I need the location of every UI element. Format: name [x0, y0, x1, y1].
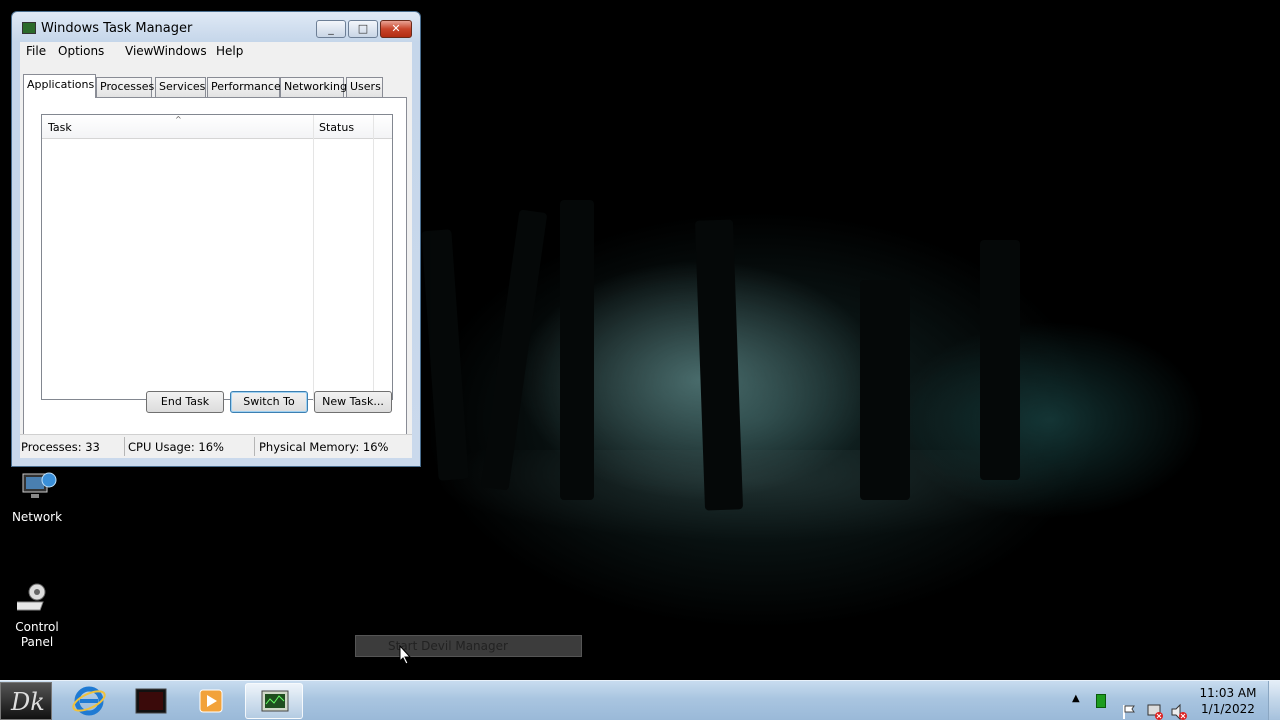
battery-icon[interactable]: [1096, 694, 1106, 708]
taskbar-media-player[interactable]: [182, 683, 240, 719]
clock-time: 11:03 AM: [1199, 686, 1257, 700]
client-area: Applications Processes Services Performa…: [20, 62, 412, 458]
wallpaper-tree: [860, 280, 910, 500]
volume-muted-icon[interactable]: [1170, 692, 1188, 720]
tab-processes[interactable]: Processes: [96, 77, 154, 97]
task-list[interactable]: ^ Task Status: [41, 114, 393, 401]
network-status-icon[interactable]: [1146, 692, 1164, 720]
tab-services[interactable]: Services: [155, 77, 206, 97]
show-hidden-icons-button[interactable]: ▲: [1072, 693, 1080, 720]
column-header-task[interactable]: Task: [48, 121, 72, 134]
close-button[interactable]: ✕: [380, 20, 412, 38]
status-divider: [254, 437, 255, 456]
applications-panel: ^ Task Status End Task Switch To New Tas…: [23, 97, 407, 442]
taskbar-folder[interactable]: [121, 683, 179, 719]
taskbar: Dk ▲ 11:03 AM 1/1/2022: [0, 680, 1280, 720]
status-bar: Processes: 33 CPU Usage: 16% Physical Me…: [20, 434, 412, 458]
menu-options[interactable]: Options: [58, 44, 104, 58]
task-manager-icon: [22, 22, 36, 34]
tab-performance[interactable]: Performance: [207, 77, 281, 97]
column-divider: [373, 115, 374, 401]
list-header: ^ Task Status: [42, 115, 392, 139]
cpu-usage: CPU Usage: 16%: [128, 440, 224, 454]
tab-networking[interactable]: Networking: [280, 77, 347, 97]
desktop-icon-control-panel[interactable]: Control Panel: [1, 580, 73, 650]
menu-bar: File Options View Windows Help: [20, 42, 412, 62]
clock-date: 1/1/2022: [1201, 702, 1255, 716]
task-manager-icon: [261, 690, 289, 712]
column-divider: [313, 115, 314, 401]
desktop-icon-label: Control Panel: [15, 620, 59, 649]
end-task-button[interactable]: End Task: [146, 391, 224, 413]
control-panel-icon: [17, 583, 46, 611]
desktop-icon-network[interactable]: Network: [1, 470, 73, 525]
wallpaper-tree: [480, 209, 548, 491]
start-label: Dk: [11, 688, 45, 716]
column-header-status[interactable]: Status: [319, 121, 354, 134]
wallpaper-tree: [421, 229, 469, 481]
tab-users[interactable]: Users: [346, 77, 383, 97]
wallpaper-ground: [420, 450, 1280, 630]
menu-help[interactable]: Help: [216, 44, 243, 58]
clock[interactable]: 11:03 AM 1/1/2022: [1196, 685, 1260, 717]
start-devil-manager-popup[interactable]: Start Devil Manager: [355, 635, 582, 657]
tab-applications[interactable]: Applications: [23, 74, 96, 98]
window-title: Windows Task Manager: [41, 21, 193, 36]
wallpaper-tree: [560, 200, 594, 500]
menu-windows[interactable]: Windows: [153, 44, 207, 58]
taskbar-internet-explorer[interactable]: [60, 683, 118, 719]
folder-icon: [135, 688, 167, 714]
status-divider: [124, 437, 125, 456]
start-button[interactable]: Dk: [0, 682, 52, 720]
switch-to-button[interactable]: Switch To: [230, 391, 308, 413]
internet-explorer-icon: [72, 686, 106, 716]
processes-count: Processes: 33: [21, 440, 100, 454]
show-desktop-button[interactable]: [1268, 681, 1280, 720]
menu-file[interactable]: File: [26, 44, 46, 58]
network-icon: [22, 472, 57, 498]
action-center-flag-icon[interactable]: [1122, 692, 1136, 720]
taskbar-task-manager[interactable]: [245, 683, 303, 719]
media-player-icon: [199, 689, 223, 713]
mouse-cursor-icon: [399, 645, 411, 665]
menu-view[interactable]: View: [125, 44, 153, 58]
sort-ascending-icon: ^: [175, 115, 182, 124]
task-manager-window[interactable]: Windows Task Manager _ □ ✕ File Options …: [11, 11, 421, 467]
physical-memory: Physical Memory: 16%: [259, 440, 389, 454]
minimize-button[interactable]: _: [316, 20, 346, 38]
desktop-icon-label: Network: [11, 510, 63, 524]
title-bar[interactable]: Windows Task Manager _ □ ✕: [12, 12, 420, 42]
wallpaper-tree: [980, 240, 1020, 480]
new-task-button[interactable]: New Task...: [314, 391, 392, 413]
maximize-button[interactable]: □: [348, 20, 378, 38]
